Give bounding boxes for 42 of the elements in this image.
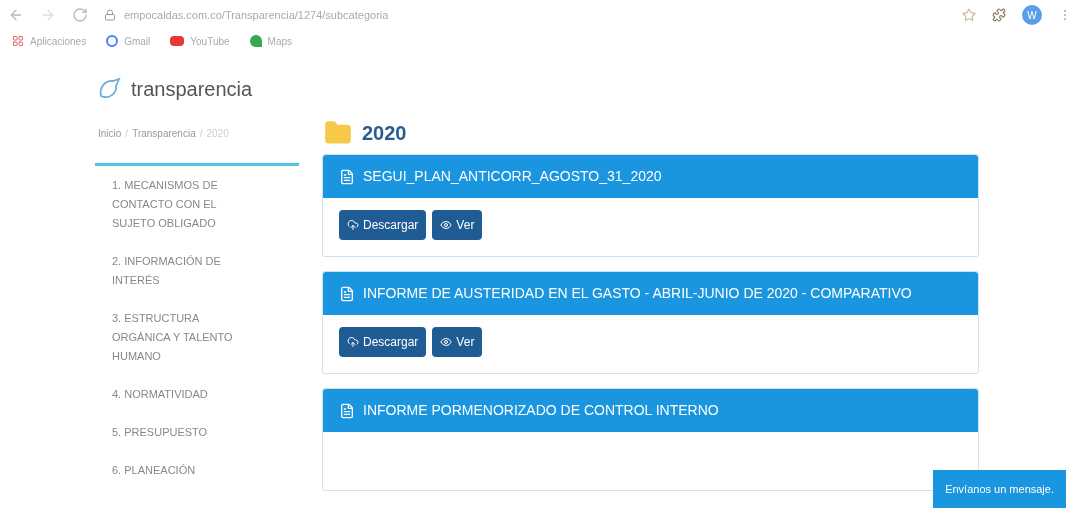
document-button[interactable]: Ver [432,327,483,357]
breadcrumb-separator: / [125,127,129,141]
cloud-icon [347,336,359,348]
bookmark-link[interactable]: Aplicaciones [30,33,87,49]
document-title: INFORME PORMENORIZADO DE CONTROL INTERNO [363,401,719,420]
puzzle-icon[interactable] [992,8,1006,22]
eye-icon [440,219,453,231]
bookmark-link[interactable]: Gmail [124,33,151,49]
sidebar-link[interactable]: 4. NORMATIVIDAD [112,385,259,404]
breadcrumb-link[interactable]: Transparencia [132,126,196,141]
document-icon [339,168,355,185]
map-pin-icon [249,35,262,47]
address-bar[interactable]: empocaldas.com.co/Transparencia/1274/subcategoria [124,6,389,24]
sidebar-link[interactable]: 1. MECANISMOS DE CONTACTO CON EL SUJETO OBLIGADO [112,176,259,233]
sidebar-link[interactable]: 3. ESTRUCTURA ORGÁNICA Y TALENTO HUMANO [112,309,259,366]
sidebar-link[interactable]: 2. INFORMACIÓN DE INTERÉS [112,252,259,290]
document-title: INFORME DE AUSTERIDAD EN EL GASTO - ABRIL-JUNIO DE 2020 - COMPARATIVO [363,284,912,303]
chat-button[interactable]: Envíanos un mensaje. [933,470,1066,508]
logo-text: transparencia [131,77,253,102]
document-icon [339,402,355,419]
breadcrumb-link[interactable]: Inicio [98,126,122,141]
back-icon[interactable] [8,7,24,23]
document-button[interactable]: Descargar [339,210,427,240]
forward-icon[interactable] [40,7,56,23]
sidebar-link[interactable]: 5. PRESUPUESTO [112,423,259,442]
sidebar-link[interactable]: 6. PLANEACIÓN [112,461,259,480]
document-button[interactable]: Ver [432,210,483,240]
grid-icon [12,35,24,47]
bookmark-link[interactable]: Maps [267,33,293,49]
reload-icon[interactable] [72,7,88,23]
eye-icon [440,336,453,348]
bookmark-link[interactable]: YouTube [190,33,230,49]
folder-icon [322,119,354,147]
document-icon [339,285,355,302]
star-icon[interactable] [962,8,976,22]
document-button[interactable]: Descargar [339,327,427,357]
profile-avatar[interactable]: W [1022,5,1042,25]
folder-title: 2020 [362,121,407,146]
document-title: SEGUI_PLAN_ANTICORR_AGOSTO_31_2020 [363,167,662,186]
lock-icon [104,9,116,21]
cloud-icon [347,219,359,231]
breadcrumb-separator: / [199,127,203,141]
